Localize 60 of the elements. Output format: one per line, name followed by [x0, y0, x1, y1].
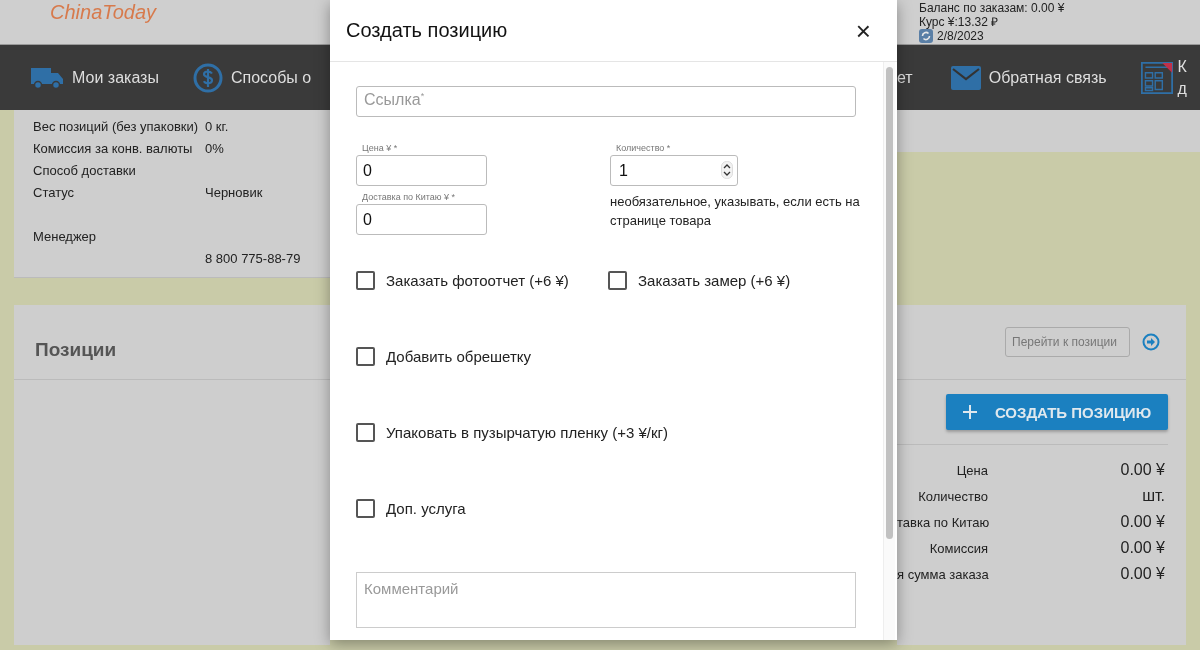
- field-label: Цена ¥ *: [362, 143, 399, 153]
- checkbox[interactable]: [356, 271, 375, 290]
- total-value: 0.00 ¥: [1119, 539, 1165, 557]
- goto-position-field[interactable]: Перейти к позиции: [1005, 327, 1130, 357]
- option-label: Доп. услуга: [386, 500, 466, 517]
- total-value: шт.: [1141, 487, 1165, 505]
- total-label: Количество: [917, 488, 988, 504]
- checkbox[interactable]: [608, 271, 627, 290]
- option-label: Заказать замер (+6 ¥): [638, 272, 791, 289]
- price-field[interactable]: 0: [356, 155, 487, 186]
- nav-label: К: [1177, 56, 1187, 77]
- dollar-icon: [192, 62, 223, 93]
- option-label: Упаковать в пузырчатую пленку (+3 ¥/кг): [386, 424, 668, 441]
- scrollbar[interactable]: [883, 62, 895, 640]
- nav-item[interactable]: К д: [1140, 55, 1187, 100]
- total-label: тавка по Китаю: [897, 514, 988, 530]
- nav-label: д: [1177, 78, 1187, 99]
- plus-icon: [962, 405, 977, 419]
- calculator-icon: [1140, 61, 1173, 94]
- info-value: 0 кг.: [205, 119, 230, 136]
- checkbox[interactable]: [356, 423, 375, 442]
- total-value: 0.00 ¥: [1119, 565, 1165, 583]
- dialog-title: Создать позицию: [346, 19, 508, 42]
- envelope-icon: [950, 65, 981, 90]
- info-label: Статус: [33, 185, 76, 202]
- field-label: Доставка по Китаю ¥ *: [362, 192, 457, 202]
- option-label: Заказать фотоотчет (+6 ¥): [386, 272, 569, 289]
- info-value: 8 800 775-88-79: [205, 251, 302, 268]
- date-text: 2/8/2023: [937, 29, 984, 43]
- nav-item[interactable]: Способы о: [192, 62, 312, 93]
- close-button[interactable]: ×: [855, 18, 871, 43]
- spinner-icon[interactable]: [721, 161, 733, 179]
- quantity-hint: необязательное, указывать, если есть на странице товара: [610, 193, 860, 230]
- checkbox[interactable]: [356, 499, 375, 518]
- checkbox[interactable]: [356, 347, 375, 366]
- positions-title: Позиции: [35, 339, 117, 361]
- total-label: Комиссия: [928, 540, 988, 556]
- balance-text: Баланс по заказам: 0.00 ¥: [919, 1, 1066, 15]
- total-value: 0.00 ¥: [1119, 461, 1165, 479]
- refresh-icon[interactable]: [919, 29, 933, 43]
- total-label: я сумма заказа: [897, 566, 988, 582]
- quantity-field[interactable]: 1: [610, 155, 738, 186]
- info-label: Вес позиций (без упаковки): [33, 119, 200, 136]
- nav-item[interactable]: Обратная связь: [950, 65, 1107, 90]
- info-value: Черновик: [205, 185, 264, 202]
- option-label: Добавить обрешетку: [386, 348, 532, 365]
- truck-icon: [30, 65, 64, 90]
- total-label: Цена: [955, 462, 988, 478]
- delivery-field[interactable]: 0: [356, 204, 487, 235]
- info-label: Способ доставки: [33, 163, 137, 180]
- info-value: 0%: [205, 141, 225, 158]
- nav-item[interactable]: Мои заказы: [30, 65, 159, 90]
- nav-item[interactable]: ет: [897, 68, 913, 87]
- total-value: 0.00 ¥: [1119, 513, 1165, 531]
- info-label: Комиссия за конв. валюты: [33, 141, 194, 158]
- rate-text: Курс ¥:13.32 ₽: [919, 15, 1000, 29]
- info-label: Менеджер: [33, 229, 98, 246]
- comment-field[interactable]: Комментарий: [356, 572, 856, 628]
- arrow-right-circle-icon[interactable]: [1142, 333, 1160, 351]
- field-label: Количество *: [616, 143, 672, 153]
